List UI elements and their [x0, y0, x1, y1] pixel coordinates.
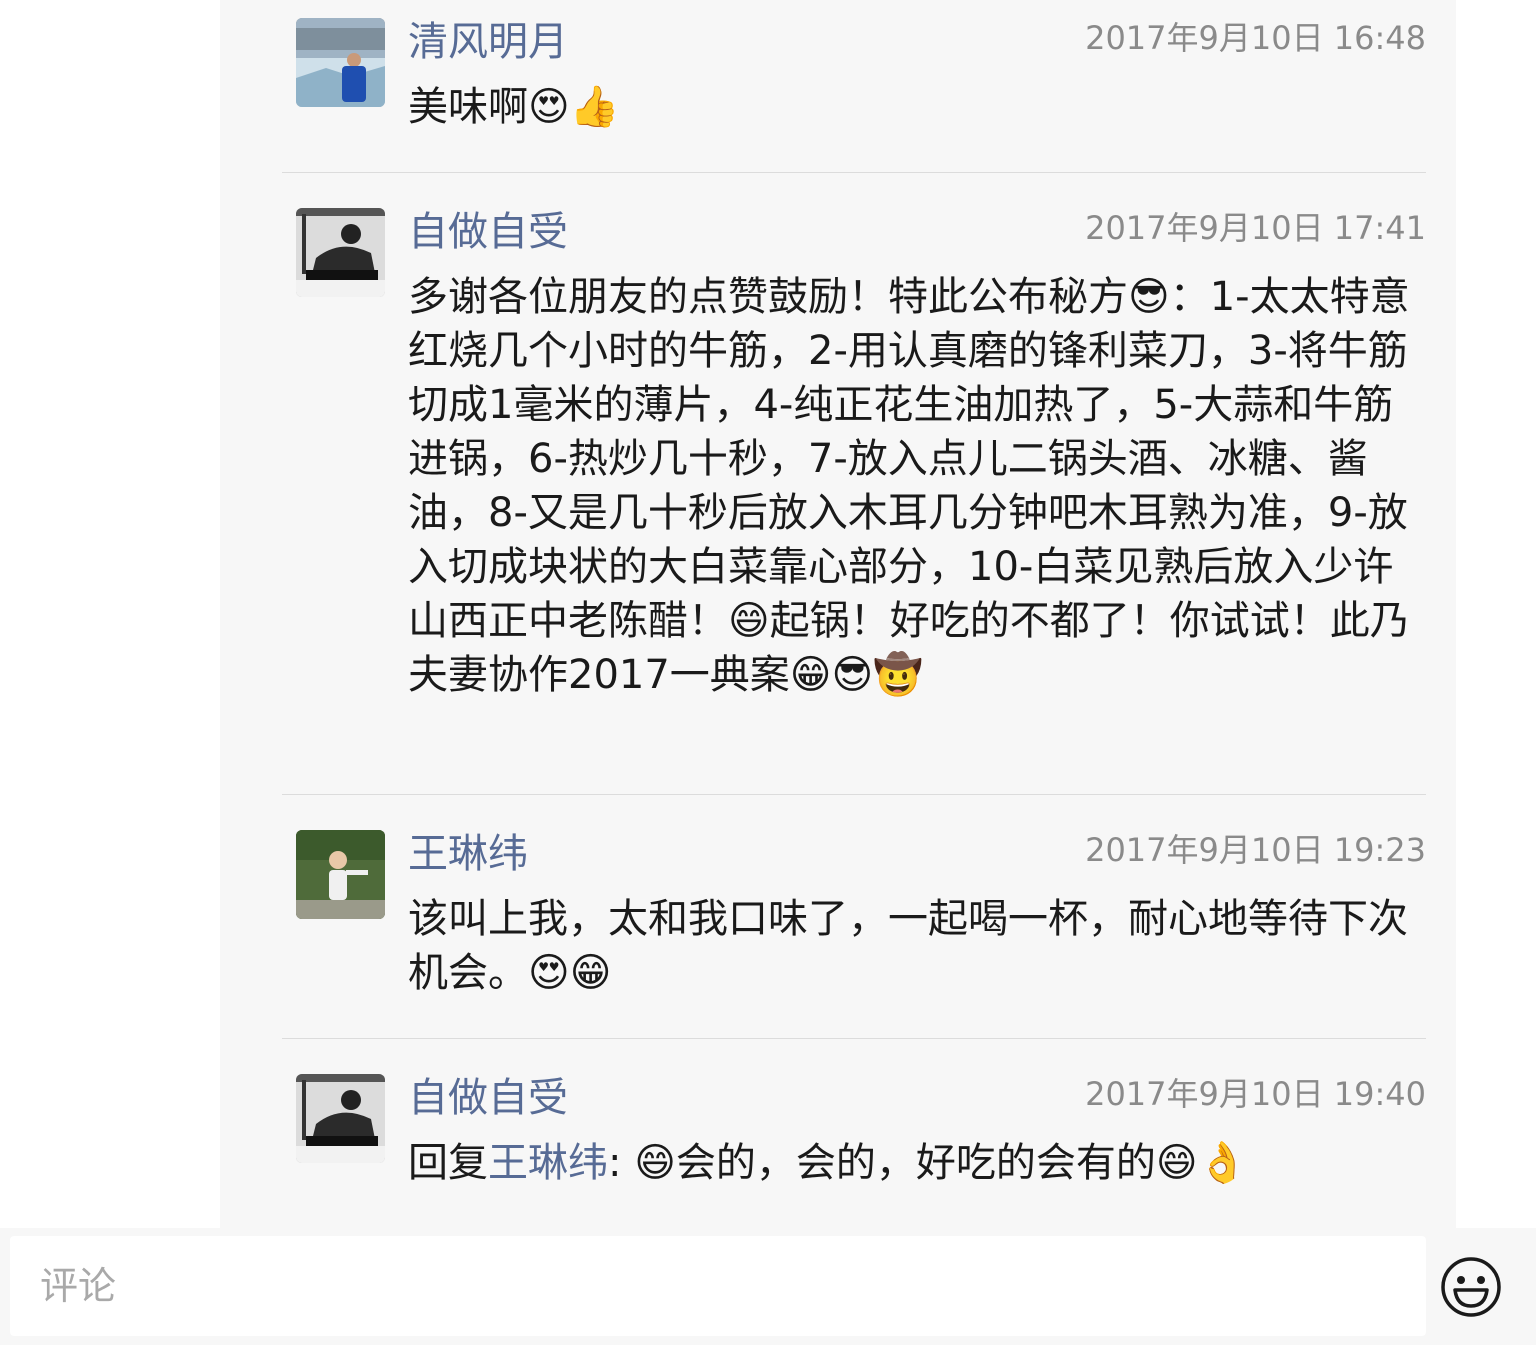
timestamp: 2017年9月10日 17:41 [1085, 209, 1426, 247]
comment-text: 回复王琳纬: 😄会的，会的，好吃的会有的😄👌 [408, 1136, 1428, 1190]
child-photo-icon [296, 830, 385, 919]
smiley-face-icon[interactable] [1440, 1256, 1502, 1318]
commenter-name[interactable]: 王琳纬 [408, 830, 528, 878]
divider [282, 794, 1426, 795]
glacier-photo-icon [296, 18, 385, 107]
comment-text: 该叫上我，太和我口味了，一起喝一杯，耐心地等待下次机会。😍😁 [408, 896, 1408, 996]
reply-prefix: 回复 [408, 1140, 488, 1186]
reply-text: : 😄会的，会的，好吃的会有的😄👌 [608, 1140, 1248, 1186]
commenter-name[interactable]: 自做自受 [408, 208, 568, 256]
divider [282, 172, 1426, 173]
timestamp: 2017年9月10日 19:23 [1085, 831, 1426, 869]
timestamp: 2017年9月10日 16:48 [1085, 19, 1426, 57]
divider [282, 1038, 1426, 1039]
bw-photo-icon [296, 208, 385, 297]
bw-photo-icon [296, 1074, 385, 1163]
comment-item: 自做自受 2017年9月10日 19:40 回复王琳纬: 😄会的，会的，好吃的会… [296, 1074, 1426, 1204]
comment-text: 多谢各位朋友的点赞鼓励！特此公布秘方😎：1-太太特意红烧几个小时的牛筋，2-用认… [408, 274, 1410, 698]
commenter-name[interactable]: 清风明月 [408, 18, 568, 66]
comment-item: 清风明月 2017年9月10日 16:48 美味啊😍👍 [296, 18, 1426, 130]
commenter-name[interactable]: 自做自受 [408, 1074, 568, 1122]
comment-text: 美味啊😍👍 [408, 84, 620, 130]
avatar[interactable] [296, 208, 385, 297]
avatar[interactable] [296, 1074, 385, 1163]
avatar[interactable] [296, 830, 385, 919]
timestamp: 2017年9月10日 19:40 [1085, 1075, 1426, 1113]
avatar[interactable] [296, 18, 385, 107]
comment-item: 自做自受 2017年9月10日 17:41 多谢各位朋友的点赞鼓励！特此公布秘方… [296, 208, 1426, 768]
comment-input-bar [0, 1228, 1536, 1345]
comment-input[interactable] [10, 1236, 1426, 1336]
reply-to-name[interactable]: 王琳纬 [488, 1140, 608, 1186]
comment-item: 王琳纬 2017年9月10日 19:23 该叫上我，太和我口味了，一起喝一杯，耐… [296, 830, 1426, 1010]
